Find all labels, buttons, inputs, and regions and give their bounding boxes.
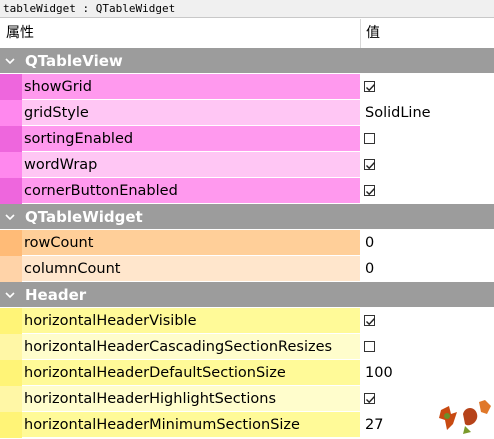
- property-value[interactable]: [361, 152, 494, 178]
- checkmark-icon: [366, 318, 376, 326]
- window-title: tableWidget : QTableWidget: [0, 0, 494, 18]
- property-checkbox[interactable]: [364, 159, 376, 170]
- mascot-icon: [439, 400, 491, 434]
- group-label: QTableView: [25, 52, 123, 70]
- group-label: Header: [25, 286, 87, 304]
- checkmark-icon: [366, 162, 376, 170]
- row-indent: [0, 126, 22, 152]
- property-name: horizontalHeaderVisible: [24, 313, 197, 329]
- row-indent: [0, 360, 22, 386]
- property-name: gridStyle: [24, 105, 89, 121]
- group-row-2[interactable]: Header: [0, 282, 494, 308]
- chevron-down-icon[interactable]: [4, 282, 16, 308]
- property-checkbox[interactable]: [364, 133, 375, 144]
- property-value[interactable]: [361, 126, 494, 152]
- property-value[interactable]: [361, 334, 494, 360]
- property-row-wordWrap[interactable]: wordWrap: [0, 152, 494, 178]
- property-checkbox[interactable]: [364, 315, 376, 326]
- row-indent: [0, 412, 22, 438]
- property-checkbox[interactable]: [364, 185, 376, 196]
- property-checkbox[interactable]: [364, 81, 376, 92]
- group-label: QTableWidget: [25, 208, 143, 226]
- group-row-1[interactable]: QTableWidget: [0, 204, 494, 230]
- chevron-down-icon[interactable]: [4, 204, 16, 230]
- property-value[interactable]: [361, 178, 494, 204]
- property-name: sortingEnabled: [24, 131, 134, 147]
- group-row-0[interactable]: QTableView: [0, 48, 494, 74]
- checkmark-icon: [366, 396, 376, 404]
- property-row-showGrid[interactable]: showGrid: [0, 74, 494, 100]
- property-value[interactable]: 100: [361, 360, 494, 386]
- property-name: wordWrap: [24, 157, 98, 173]
- column-header-value[interactable]: 值: [366, 19, 380, 48]
- column-divider[interactable]: [360, 19, 361, 48]
- row-indent: [0, 256, 22, 282]
- property-table-header: 属性 值: [0, 19, 494, 49]
- checkmark-icon: [366, 188, 376, 196]
- row-indent: [0, 334, 22, 360]
- property-name: columnCount: [24, 261, 121, 277]
- property-name: horizontalHeaderHighlightSections: [24, 391, 277, 407]
- property-checkbox[interactable]: [364, 341, 375, 352]
- property-name: cornerButtonEnabled: [24, 183, 178, 199]
- row-indent: [0, 152, 22, 178]
- property-name: horizontalHeaderMinimumSectionSize: [24, 417, 300, 433]
- checkmark-icon: [366, 84, 376, 92]
- property-row-rowCount[interactable]: rowCount 0: [0, 230, 494, 256]
- property-name: showGrid: [24, 79, 92, 95]
- property-value[interactable]: [361, 74, 494, 100]
- property-name: horizontalHeaderCascadingSectionResizes: [24, 339, 333, 355]
- property-row-horizontalHeaderCascadingSectionResizes[interactable]: horizontalHeaderCascadingSectionResizes: [0, 334, 494, 360]
- property-row-horizontalHeaderMinimumSectionSize[interactable]: horizontalHeaderMinimumSectionSize 27: [0, 412, 494, 438]
- property-row-horizontalHeaderVisible[interactable]: horizontalHeaderVisible: [0, 308, 494, 334]
- row-indent: [0, 230, 22, 256]
- property-row-horizontalHeaderDefaultSectionSize[interactable]: horizontalHeaderDefaultSectionSize 100: [0, 360, 494, 386]
- property-row-cornerButtonEnabled[interactable]: cornerButtonEnabled: [0, 178, 494, 204]
- row-indent: [0, 178, 22, 204]
- chevron-down-icon[interactable]: [4, 48, 16, 74]
- row-indent: [0, 308, 22, 334]
- property-row-sortingEnabled[interactable]: sortingEnabled: [0, 126, 494, 152]
- row-indent: [0, 74, 22, 100]
- property-row-horizontalHeaderHighlightSections[interactable]: horizontalHeaderHighlightSections: [0, 386, 494, 412]
- property-value[interactable]: 0: [361, 230, 494, 256]
- property-value[interactable]: 0: [361, 256, 494, 282]
- property-value[interactable]: SolidLine: [361, 100, 494, 126]
- row-indent: [0, 386, 22, 412]
- property-value[interactable]: [361, 308, 494, 334]
- column-header-property[interactable]: 属性: [6, 19, 34, 48]
- property-row-gridStyle[interactable]: gridStyle SolidLine: [0, 100, 494, 126]
- property-name: rowCount: [24, 235, 94, 251]
- property-name: horizontalHeaderDefaultSectionSize: [24, 365, 286, 381]
- property-checkbox[interactable]: [364, 393, 376, 404]
- row-indent: [0, 100, 22, 126]
- property-row-columnCount[interactable]: columnCount 0: [0, 256, 494, 282]
